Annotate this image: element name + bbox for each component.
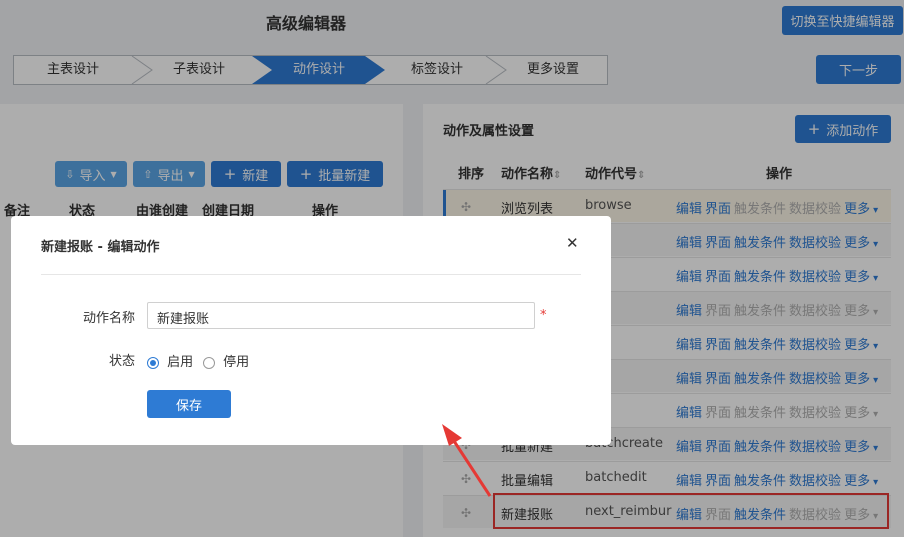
arrow-line [450, 437, 492, 497]
annotation-arrow [442, 424, 492, 497]
arrow-head [442, 424, 462, 446]
